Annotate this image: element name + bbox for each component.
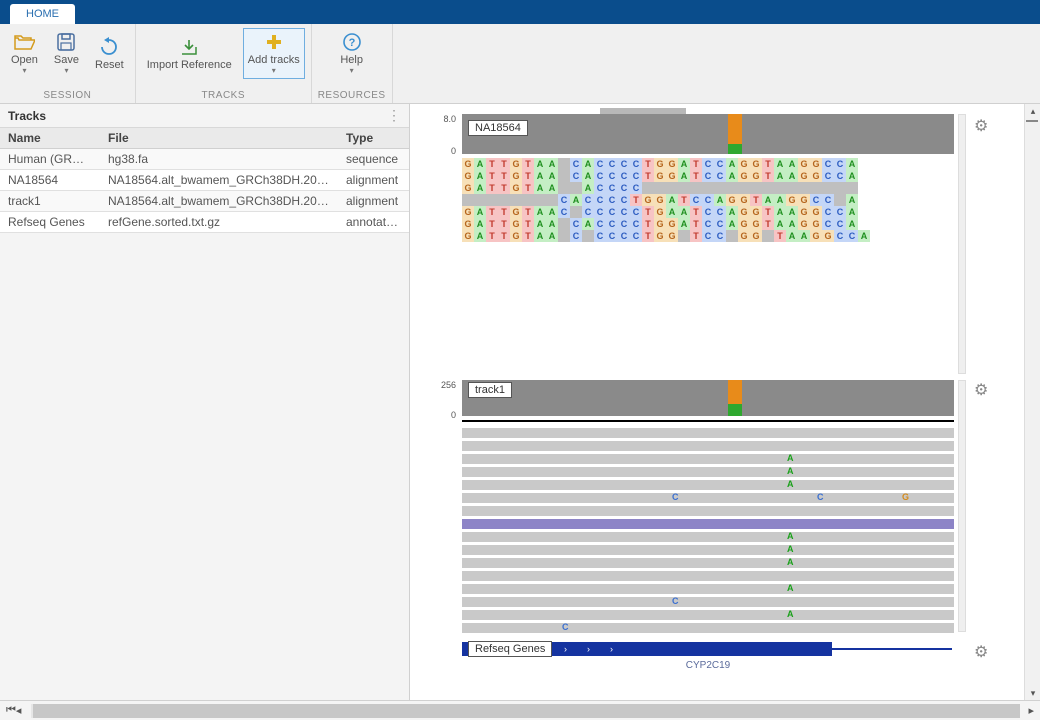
track-label-1[interactable]: NA18564 bbox=[468, 120, 528, 136]
tracks-group-label: TRACKS bbox=[201, 90, 245, 101]
col-file[interactable]: File bbox=[100, 128, 338, 148]
axis-min-2: 0 bbox=[420, 410, 456, 420]
help-icon: ? bbox=[342, 32, 362, 52]
save-icon bbox=[56, 32, 76, 52]
status-bar: ⏮ ◂ ▸ bbox=[0, 700, 1040, 720]
ribbon-group-resources: ? Help ▾ RESOURCES bbox=[312, 24, 393, 103]
vertical-scrollbar[interactable]: ▴ ▾ bbox=[1024, 104, 1040, 700]
tab-home[interactable]: HOME bbox=[10, 4, 75, 24]
axis-min: 0 bbox=[420, 146, 456, 156]
import-reference-label: Import Reference bbox=[147, 59, 232, 71]
variant-marker-green-2 bbox=[728, 404, 742, 416]
help-button[interactable]: ? Help ▾ bbox=[335, 28, 369, 79]
import-icon bbox=[178, 37, 200, 57]
sidebar-tracks: Tracks ⋮ Name File Type Human (GRCh3… hg… bbox=[0, 104, 410, 700]
track1-scrollbar[interactable] bbox=[958, 114, 966, 374]
plus-icon bbox=[264, 32, 284, 52]
track2-divider bbox=[462, 420, 954, 422]
table-row[interactable]: Human (GRCh3… hg38.fa sequence bbox=[0, 149, 409, 170]
sidebar-menu-icon[interactable]: ⋮ bbox=[387, 107, 401, 124]
hscroll-left-icon[interactable]: ◂ bbox=[16, 704, 22, 717]
gear-icon[interactable]: ⚙ bbox=[974, 642, 988, 662]
import-reference-button[interactable]: Import Reference bbox=[142, 28, 237, 79]
ribbon: Open ▾ Save ▾ Reset SESSION Import Refer… bbox=[0, 24, 1040, 104]
col-name[interactable]: Name bbox=[0, 128, 100, 148]
track-label-2[interactable]: track1 bbox=[468, 382, 512, 398]
chevron-down-icon: ▾ bbox=[64, 66, 68, 75]
horizontal-scrollbar[interactable] bbox=[31, 704, 1018, 718]
table-row[interactable]: NA18564 NA18564.alt_bwamem_GRCh38DH.2015… bbox=[0, 170, 409, 191]
scroll-down-icon[interactable]: ▾ bbox=[1025, 686, 1040, 700]
ribbon-group-tracks: Import Reference Add tracks ▾ TRACKS bbox=[136, 24, 312, 103]
title-bar: HOME bbox=[0, 0, 1040, 24]
ribbon-group-session: Open ▾ Save ▾ Reset SESSION bbox=[0, 24, 136, 103]
tracks-table: Name File Type Human (GRCh3… hg38.fa seq… bbox=[0, 128, 409, 233]
variant-marker-orange-2 bbox=[728, 380, 742, 404]
reset-icon bbox=[99, 37, 119, 57]
table-row[interactable]: Refseq Genes refGene.sorted.txt.gz annot… bbox=[0, 212, 409, 233]
coverage-track-1[interactable] bbox=[462, 114, 954, 154]
coverage-track-2[interactable] bbox=[462, 380, 954, 416]
reset-label: Reset bbox=[95, 59, 124, 71]
scroll-up-icon[interactable]: ▴ bbox=[1025, 104, 1040, 118]
hscroll-right-icon[interactable]: ▸ bbox=[1028, 704, 1034, 717]
save-label: Save bbox=[54, 54, 79, 66]
gear-icon[interactable]: ⚙ bbox=[974, 380, 988, 400]
reset-button[interactable]: Reset bbox=[90, 28, 129, 79]
sidebar-title: Tracks bbox=[8, 109, 46, 123]
gene-track-label[interactable]: Refseq Genes bbox=[468, 641, 552, 657]
session-group-label: SESSION bbox=[43, 90, 91, 101]
axis-max: 8.0 bbox=[420, 114, 456, 124]
chevron-down-icon: ▾ bbox=[272, 66, 276, 75]
table-row[interactable]: track1 NA18564.alt_bwamem_GRCh38DH.20150… bbox=[0, 191, 409, 212]
variant-marker-green bbox=[728, 144, 742, 154]
gear-icon[interactable]: ⚙ bbox=[974, 116, 988, 136]
folder-open-icon bbox=[13, 32, 35, 52]
add-tracks-button[interactable]: Add tracks ▾ bbox=[243, 28, 305, 79]
add-tracks-label: Add tracks bbox=[248, 54, 300, 66]
chevron-down-icon: ▾ bbox=[22, 66, 26, 75]
open-label: Open bbox=[11, 54, 38, 66]
variant-marker-orange bbox=[728, 114, 742, 144]
gene-name: CYP2C19 bbox=[462, 660, 954, 671]
chevron-down-icon: ▾ bbox=[350, 66, 354, 75]
col-type[interactable]: Type bbox=[338, 128, 408, 148]
hscroll-thumb[interactable] bbox=[33, 704, 1020, 718]
open-button[interactable]: Open ▾ bbox=[6, 28, 43, 79]
track2-scrollbar[interactable] bbox=[958, 380, 966, 632]
save-button[interactable]: Save ▾ bbox=[49, 28, 84, 79]
nav-first-icon[interactable]: ⏮ bbox=[6, 704, 16, 717]
genome-viewer: 8.0 0 NA18564 ⚙ GATTGTAACACCCCTGGATCCAGG… bbox=[410, 104, 1040, 700]
help-label: Help bbox=[340, 54, 363, 66]
axis-max-2: 256 bbox=[420, 380, 456, 390]
resources-group-label: RESOURCES bbox=[318, 90, 386, 101]
svg-text:?: ? bbox=[348, 37, 355, 49]
